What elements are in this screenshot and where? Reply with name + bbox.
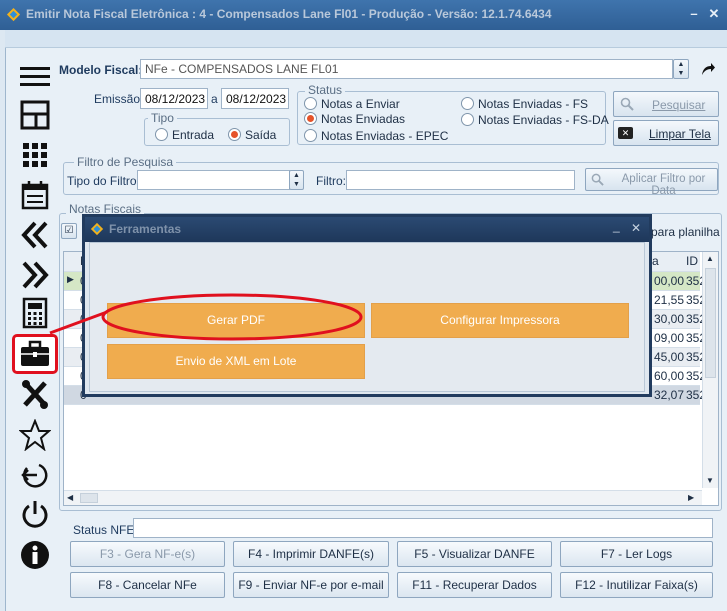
tipo-entrada-radio[interactable]: [155, 128, 168, 141]
column-header: a: [652, 254, 659, 268]
emissao-label: Emissão:: [94, 92, 144, 106]
row-pointer-icon: ▶: [67, 274, 74, 284]
row-cell: 09,00: [654, 331, 685, 345]
arrow-forward-icon[interactable]: [700, 61, 716, 80]
scroll-right-icon[interactable]: ▶: [688, 493, 694, 502]
tools-icon[interactable]: [15, 376, 55, 414]
pesquisar-button[interactable]: Pesquisar: [613, 91, 719, 117]
double-chevron-right-icon[interactable]: [15, 256, 55, 294]
magnifier-icon: [591, 173, 604, 189]
pesquisar-label: Pesquisar: [652, 98, 706, 112]
filtro-label: Filtro:: [316, 174, 346, 188]
row-cell: 45,00: [654, 350, 685, 364]
tipo-filtro-label: Tipo do Filtro:: [67, 174, 140, 188]
modelo-spinner[interactable]: ▲ ▼: [673, 59, 689, 79]
eraser-icon: ✕: [618, 127, 633, 139]
f12-inutilizar-faixa-button[interactable]: F12 - Inutilizar Faixa(s): [560, 572, 713, 598]
dialog-title: Ferramentas: [109, 222, 182, 236]
f8-cancelar-nfe-button[interactable]: F8 - Cancelar NFe: [70, 572, 225, 598]
row-cell: 00,00: [654, 274, 685, 288]
f3-gera-nfe-button[interactable]: F3 - Gera NF-e(s): [70, 541, 225, 567]
f9-enviar-email-button[interactable]: F9 - Enviar NF-e por e-mail: [233, 572, 389, 598]
emissao-sep: a: [211, 92, 218, 106]
aplicar-filtro-button[interactable]: Aplicar Filtro por Data: [585, 168, 718, 197]
status-enviadas-radio[interactable]: [304, 112, 317, 125]
f7-ler-logs-button[interactable]: F7 - Ler Logs: [560, 541, 713, 567]
close-button[interactable]: ✕: [706, 6, 722, 22]
status-notas-a-enviar-radio[interactable]: [304, 97, 317, 110]
status-nfe-field: [133, 518, 713, 538]
row-cell: 30,00: [654, 312, 685, 326]
window-title: Emitir Nota Fiscal Eletrônica : 4 - Comp…: [26, 7, 552, 21]
f4-imprimir-danfe-button[interactable]: F4 - Imprimir DANFE(s): [233, 541, 389, 567]
tipo-saida-radio[interactable]: [228, 128, 241, 141]
calendar-icon[interactable]: [15, 176, 55, 214]
f5-visualizar-danfe-button[interactable]: F5 - Visualizar DANFE: [397, 541, 552, 567]
status-option-label: Notas Enviadas: [321, 112, 406, 126]
toolbox-icon[interactable]: [12, 334, 58, 374]
f11-recuperar-dados-button[interactable]: F11 - Recuperar Dados: [397, 572, 552, 598]
dialog-title-bar: Ferramentas _ ✕: [85, 217, 649, 242]
emissao-from-field[interactable]: 08/12/2023: [140, 88, 208, 109]
minimize-button[interactable]: –: [686, 6, 702, 22]
tipo-saida-label: Saída: [245, 128, 277, 142]
limpar-tela-button[interactable]: ✕ Limpar Tela: [613, 120, 719, 146]
tipo-filtro-spinner[interactable]: ▲ ▼: [289, 170, 304, 190]
app-logo-icon: [90, 222, 104, 239]
tipo-entrada-label: Entrada: [172, 128, 215, 142]
hamburger-menu-icon[interactable]: [15, 58, 55, 96]
scroll-left-icon[interactable]: ◀: [67, 493, 73, 502]
status-option-label: Notas Enviadas - FS-DA: [478, 113, 609, 127]
scroll-thumb[interactable]: [705, 268, 716, 378]
filtro-input[interactable]: [346, 170, 575, 190]
row-cell: 21,55: [654, 293, 685, 307]
horizontal-scrollbar[interactable]: ◀ ▶: [64, 490, 702, 505]
logout-icon[interactable]: [15, 456, 55, 494]
grid-icon[interactable]: [15, 136, 55, 174]
vertical-scrollbar[interactable]: ▲ ▼: [702, 252, 718, 488]
dialog-close-button[interactable]: ✕: [631, 221, 641, 235]
calculator-icon[interactable]: [15, 294, 55, 332]
double-chevron-left-icon[interactable]: [15, 216, 55, 254]
limpar-label: Limpar Tela: [649, 127, 711, 141]
status-option-label: Notas a Enviar: [321, 97, 400, 111]
aplicar-filtro-label: Aplicar Filtro por Data: [621, 173, 706, 197]
gerar-pdf-button[interactable]: Gerar PDF: [107, 303, 365, 338]
status-fs-radio[interactable]: [461, 97, 474, 110]
filtro-title: Filtro de Pesquisa: [74, 155, 177, 169]
tipo-filtro-select[interactable]: [137, 170, 290, 190]
status-epec-radio[interactable]: [304, 129, 317, 142]
export-label[interactable]: para planilha: [651, 225, 720, 239]
magnifier-icon: [620, 97, 634, 114]
status-title: Status: [305, 83, 346, 97]
title-bar: Emitir Nota Fiscal Eletrônica : 4 - Comp…: [0, 0, 727, 30]
menu-strip: [5, 30, 727, 48]
sidebar: [6, 54, 62, 579]
row-cell: 32,07: [654, 388, 685, 402]
dialog-minimize-button[interactable]: _: [613, 219, 620, 233]
scroll-down-icon[interactable]: ▼: [706, 476, 714, 485]
info-icon[interactable]: [15, 536, 55, 574]
row-cell: 60,00: [654, 369, 685, 383]
modelo-fiscal-label: Modelo Fiscal:: [59, 63, 143, 77]
status-fs-da-radio[interactable]: [461, 113, 474, 126]
tipo-title: Tipo: [148, 111, 177, 125]
status-nfe-label: Status NFE:: [73, 523, 138, 537]
modelo-fiscal-select[interactable]: NFe - COMPENSADOS LANE FL01: [140, 59, 673, 79]
app-logo-icon: [6, 7, 21, 22]
layout-icon[interactable]: [15, 96, 55, 134]
power-icon[interactable]: [15, 496, 55, 534]
envio-xml-lote-button[interactable]: Envio de XML em Lote: [107, 344, 365, 379]
select-all-checkbox[interactable]: ☑: [61, 223, 77, 239]
emissao-to-field[interactable]: 08/12/2023: [221, 88, 289, 109]
configurar-impressora-button[interactable]: Configurar Impressora: [371, 303, 629, 338]
status-option-label: Notas Enviadas - EPEC: [321, 129, 449, 143]
scroll-up-icon[interactable]: ▲: [706, 254, 714, 263]
h-scroll-thumb[interactable]: [80, 493, 98, 503]
ferramentas-dialog: Ferramentas _ ✕ Gerar PDF Configurar Imp…: [82, 214, 652, 397]
status-option-label: Notas Enviadas - FS: [478, 97, 589, 111]
star-icon[interactable]: [15, 416, 55, 454]
